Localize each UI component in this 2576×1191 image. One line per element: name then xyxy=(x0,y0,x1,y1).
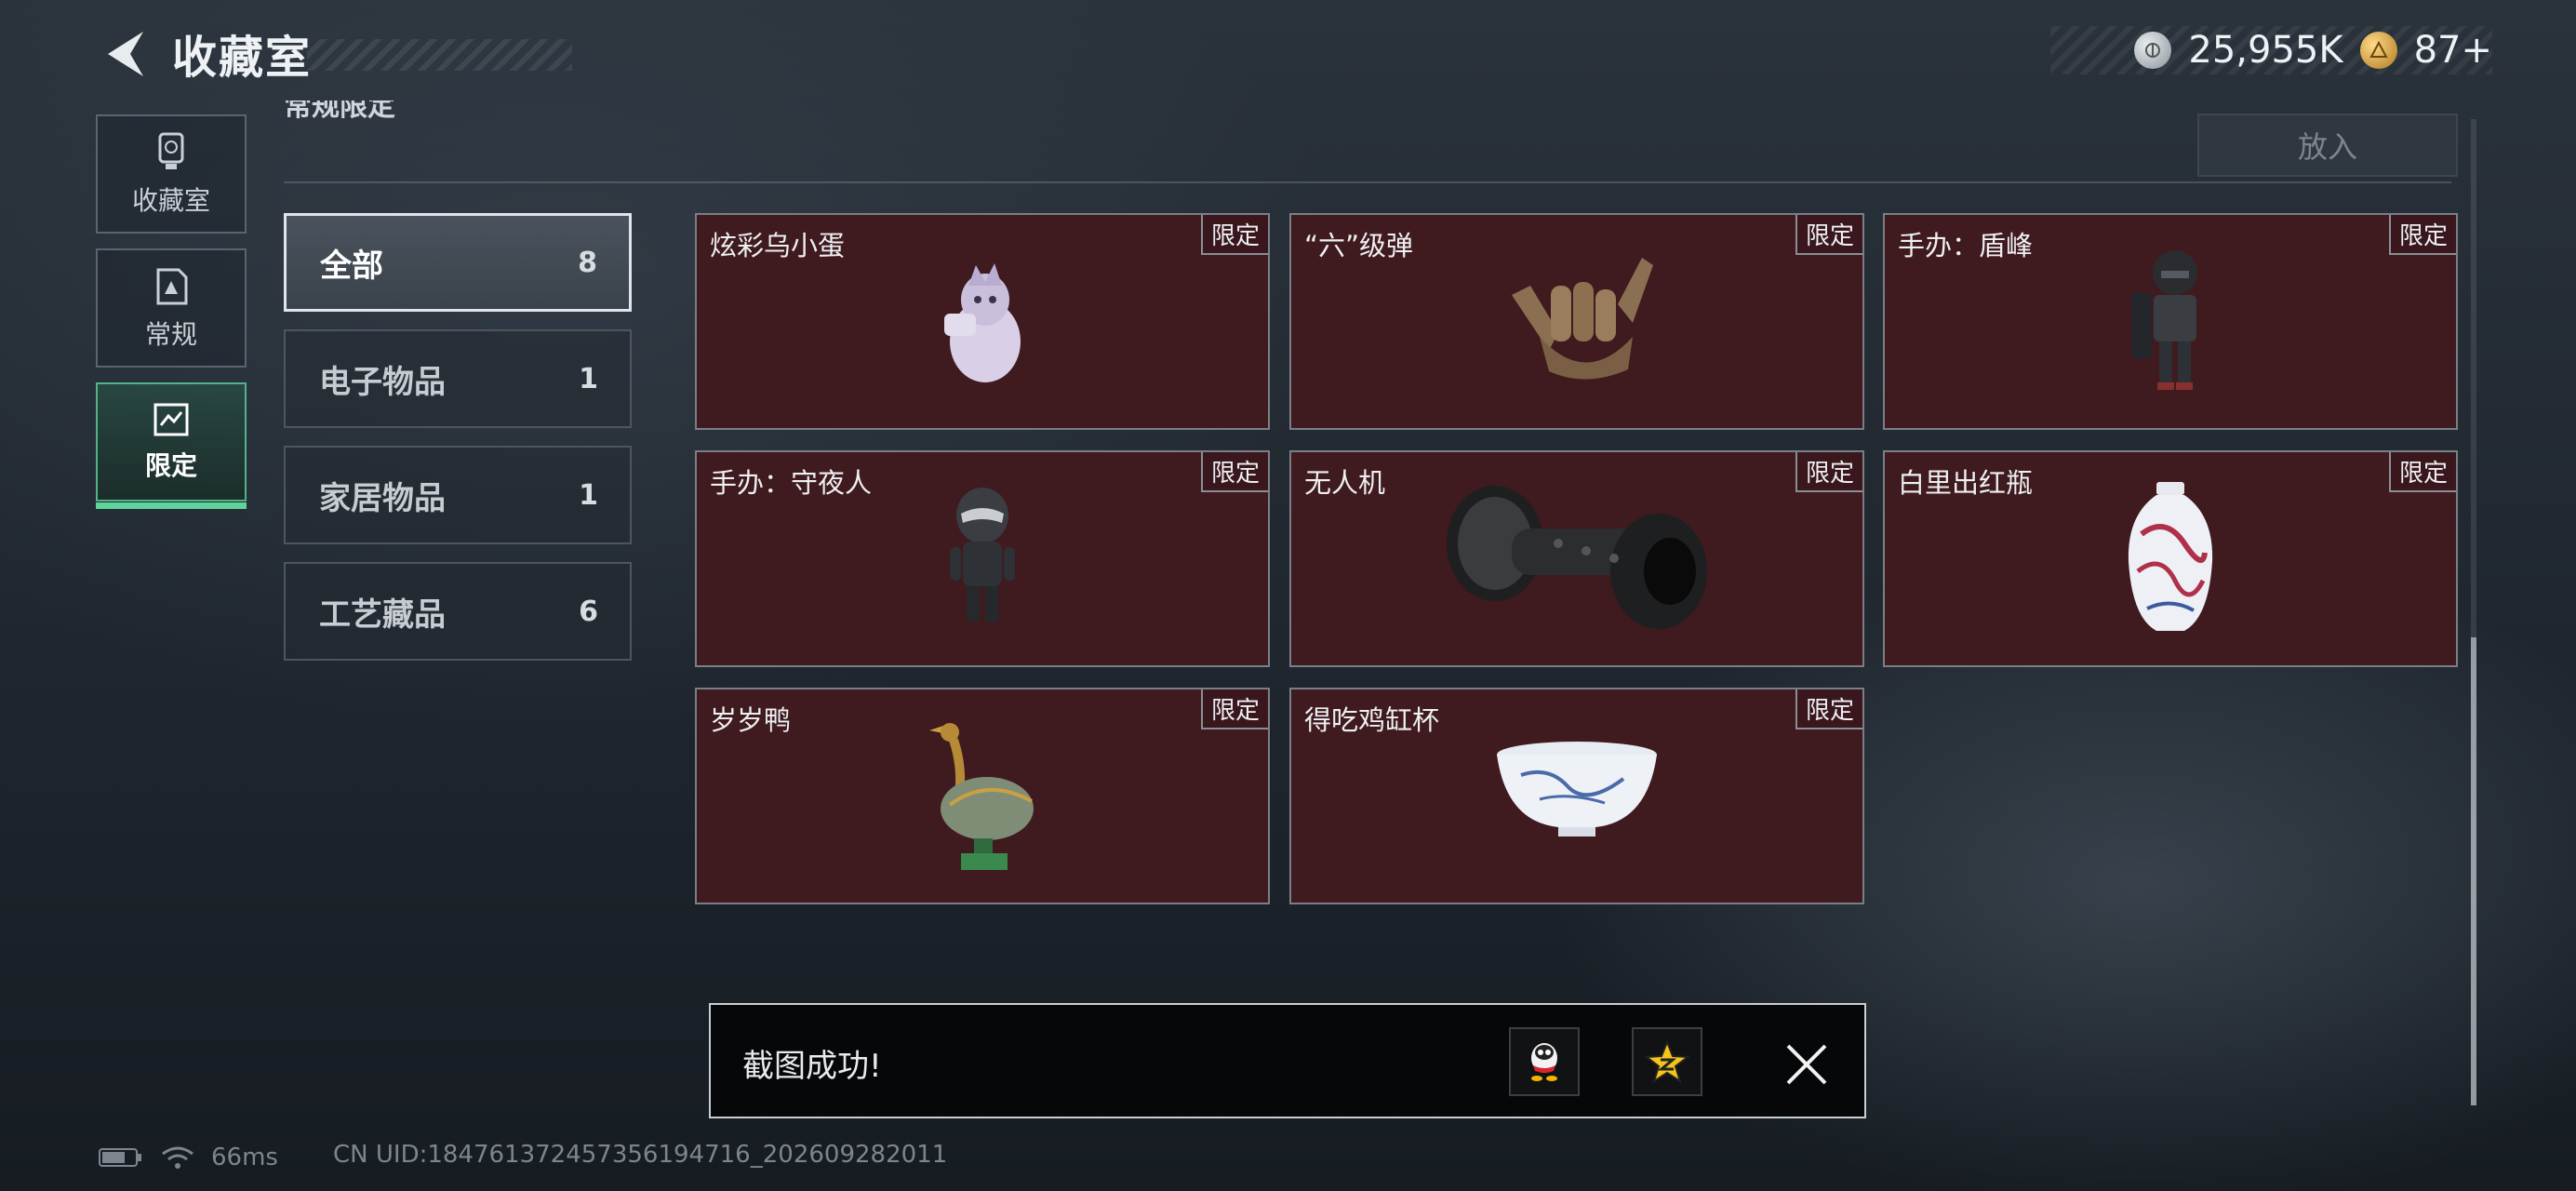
egg-figurine-icon xyxy=(944,263,1021,383)
category-count: 6 xyxy=(579,595,598,628)
item-name: 得吃鸡缸杯 xyxy=(1304,704,1440,736)
item-name: 手办：守夜人 xyxy=(710,467,873,499)
nav-limited[interactable]: 限定 xyxy=(96,382,247,509)
document-icon xyxy=(156,268,188,305)
wifi-icon xyxy=(162,1146,194,1169)
category-name: 工艺藏品 xyxy=(319,596,446,634)
limited-icon xyxy=(153,403,189,436)
limited-tag: 限定 xyxy=(1795,215,1862,255)
item-card[interactable]: 岁岁鸭 限定 xyxy=(695,688,1270,904)
item-card[interactable]: 炫彩乌小蛋 限定 xyxy=(695,213,1270,430)
item-card[interactable]: 白里出红瓶 限定 xyxy=(1883,450,2458,667)
bronze-duck-icon xyxy=(929,723,1034,871)
porcelain-vase-icon xyxy=(2128,482,2213,632)
scrollbar-thumb[interactable] xyxy=(2471,637,2476,1105)
armored-figure-icon xyxy=(2131,250,2197,391)
drone-icon xyxy=(1447,486,1707,630)
limited-tag: 限定 xyxy=(1795,689,1862,729)
battery-icon xyxy=(99,1148,141,1167)
toast-message: 截图成功! xyxy=(742,1048,882,1085)
page-title: 收藏室 xyxy=(172,32,313,84)
category-crafts[interactable]: 工艺藏品 6 xyxy=(284,562,632,661)
limited-tag: 限定 xyxy=(1795,452,1862,492)
silver-coin-icon xyxy=(2134,32,2172,69)
item-card[interactable]: 无人机 限定 xyxy=(1289,450,1864,667)
category-electronics[interactable]: 电子物品 1 xyxy=(284,329,632,428)
item-card[interactable]: 手办：守夜人 限定 xyxy=(695,450,1270,667)
user-uid: CN UID:184761372457356194716_20260928201… xyxy=(333,1141,948,1169)
item-name: 岁岁鸭 xyxy=(710,704,792,736)
hand-sculpture-icon xyxy=(1512,258,1653,380)
category-count: 1 xyxy=(579,478,598,512)
put-in-button[interactable]: 放入 xyxy=(2197,114,2458,177)
qzone-share-button[interactable] xyxy=(1632,1027,1702,1096)
nav-label: 常规 xyxy=(144,319,197,350)
item-name: 白里出红瓶 xyxy=(1898,467,2034,499)
limited-tag: 限定 xyxy=(1200,689,1268,729)
toast-close-button[interactable] xyxy=(1782,1042,1831,1087)
item-name: 手办：盾峰 xyxy=(1898,230,2034,261)
trophy-icon xyxy=(158,132,184,169)
silver-coin-value: 25,955K xyxy=(2188,29,2343,72)
screenshot-toast: 截图成功! xyxy=(709,1003,1866,1118)
gold-coin-value: 87+ xyxy=(2413,29,2492,72)
back-arrow-icon xyxy=(108,32,143,76)
qzone-share-icon xyxy=(1645,1040,1689,1083)
category-count: 8 xyxy=(578,246,597,279)
limited-tag: 限定 xyxy=(1200,452,1268,492)
ping-value: 66ms xyxy=(211,1144,278,1171)
category-count: 1 xyxy=(579,362,598,395)
item-name: 无人机 xyxy=(1304,467,1386,499)
top-bar: 收藏室 25,955K 87+ xyxy=(0,0,2576,107)
back-button[interactable] xyxy=(93,22,158,86)
nav-label: 限定 xyxy=(144,450,197,481)
currency-bar: 25,955K 87+ xyxy=(2050,26,2492,74)
category-name: 全部 xyxy=(320,247,383,285)
status-footer: 66ms xyxy=(98,1141,278,1174)
nav-regular[interactable]: 常规 xyxy=(96,248,247,368)
gold-coin-icon xyxy=(2359,32,2397,69)
item-card[interactable]: 得吃鸡缸杯 限定 xyxy=(1289,688,1864,904)
section-title: 常规限定 xyxy=(284,100,395,123)
divider xyxy=(284,181,2451,183)
item-card[interactable]: “六”级弹 限定 xyxy=(1289,213,1864,430)
qq-share-button[interactable] xyxy=(1509,1027,1580,1096)
item-name: 炫彩乌小蛋 xyxy=(710,230,846,261)
item-card[interactable]: 手办：盾峰 限定 xyxy=(1883,213,2458,430)
ninja-figure-icon xyxy=(950,488,1015,622)
category-name: 电子物品 xyxy=(319,363,446,401)
category-all[interactable]: 全部 8 xyxy=(284,213,632,312)
nav-collection-room[interactable]: 收藏室 xyxy=(96,114,247,234)
close-icon xyxy=(1786,1044,1827,1085)
title-decoration xyxy=(307,39,572,71)
category-home[interactable]: 家居物品 1 xyxy=(284,446,632,544)
porcelain-cup-icon xyxy=(1497,742,1657,837)
limited-tag: 限定 xyxy=(1200,215,1268,255)
limited-tag: 限定 xyxy=(2388,452,2456,492)
nav-label: 收藏室 xyxy=(131,185,210,216)
category-name: 家居物品 xyxy=(319,479,446,517)
qq-share-icon xyxy=(1531,1043,1557,1081)
item-name: “六”级弹 xyxy=(1304,230,1414,261)
limited-tag: 限定 xyxy=(2388,215,2456,255)
